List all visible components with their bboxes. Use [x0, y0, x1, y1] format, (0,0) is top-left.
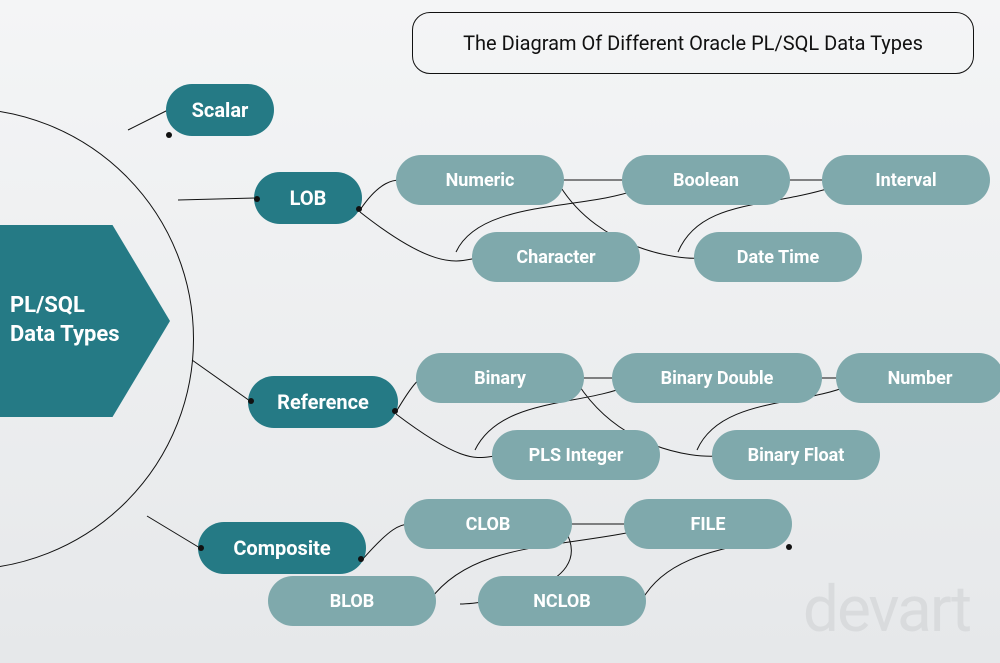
leaf-binary-float-label: Binary Float [748, 445, 845, 466]
category-reference: Reference [248, 376, 398, 428]
leaf-boolean-label: Boolean [673, 170, 739, 191]
root-line1: PL/SQL [10, 293, 85, 318]
leaf-file-label: FILE [690, 514, 725, 535]
connector-dot [254, 196, 260, 202]
connector-dot [786, 544, 792, 550]
leaf-interval: Interval [822, 155, 990, 205]
leaf-blob: BLOB [268, 576, 436, 626]
category-composite: Composite [198, 522, 366, 574]
leaf-blob-label: BLOB [330, 591, 375, 612]
category-lob: LOB [254, 172, 362, 224]
leaf-pls-integer-label: PLS Integer [529, 445, 624, 466]
leaf-character: Character [472, 232, 640, 282]
leaf-number-label: Number [888, 368, 953, 389]
leaf-character-label: Character [516, 247, 595, 268]
leaf-interval-label: Interval [875, 170, 936, 191]
leaf-nclob-label: NCLOB [533, 591, 591, 612]
leaf-numeric-label: Numeric [446, 170, 515, 191]
root-line2: Data Types [10, 322, 120, 347]
leaf-binary: Binary [416, 353, 584, 403]
connector-dot [248, 398, 254, 404]
category-scalar: Scalar [166, 84, 274, 136]
connector-dot [392, 408, 398, 414]
connector-dot [358, 556, 364, 562]
diagram-title: The Diagram Of Different Oracle PL/SQL D… [412, 12, 974, 74]
connector-dot [356, 206, 362, 212]
category-scalar-label: Scalar [192, 98, 249, 122]
leaf-numeric: Numeric [396, 155, 564, 205]
watermark-text: devart [803, 572, 970, 647]
diagram-canvas: The Diagram Of Different Oracle PL/SQL D… [0, 0, 1000, 663]
leaf-number: Number [836, 353, 1000, 403]
leaf-clob: CLOB [404, 499, 572, 549]
leaf-binary-double: Binary Double [612, 353, 822, 403]
leaf-file: FILE [624, 499, 792, 549]
leaf-binary-float: Binary Float [712, 430, 880, 480]
connector-dot [198, 545, 204, 551]
leaf-pls-integer: PLS Integer [492, 430, 660, 480]
leaf-binary-label: Binary [474, 368, 526, 389]
leaf-boolean: Boolean [622, 155, 790, 205]
category-reference-label: Reference [277, 390, 369, 414]
watermark: devart [803, 572, 970, 647]
leaf-datetime-label: Date Time [737, 247, 819, 268]
leaf-datetime: Date Time [694, 232, 862, 282]
category-lob-label: LOB [290, 186, 327, 210]
connector-dot [166, 132, 172, 138]
leaf-clob-label: CLOB [466, 514, 511, 535]
title-text: The Diagram Of Different Oracle PL/SQL D… [463, 31, 923, 55]
leaf-nclob: NCLOB [478, 576, 646, 626]
category-composite-label: Composite [233, 536, 330, 560]
leaf-binary-double-label: Binary Double [661, 368, 774, 389]
